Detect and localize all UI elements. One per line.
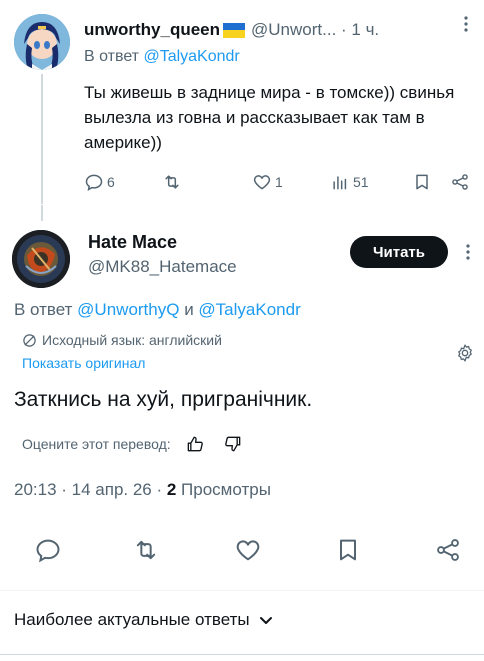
replying-to-user-link[interactable]: @TalyaKondr (198, 300, 300, 319)
bookmark-button[interactable] (412, 172, 432, 192)
reply-tweet[interactable]: unworthy_queen @Unwort... · 1 ч. В ответ… (0, 0, 484, 210)
retweet-icon (136, 540, 156, 560)
retweet-button[interactable] (132, 536, 160, 564)
more-options-icon[interactable] (456, 14, 476, 34)
replying-to: В ответ @UnworthyQ и @TalyaKondr (14, 300, 301, 320)
author-handle[interactable]: @MK88_Hatemace (88, 257, 237, 277)
views-count: 2 (166, 480, 177, 499)
tweet-text: Ты живешь в заднице мира - в томске)) св… (84, 83, 455, 152)
reply-header: unworthy_queen @Unwort... · 1 ч. (84, 20, 379, 40)
views-button[interactable]: 51 (330, 172, 369, 192)
author-name[interactable]: Hate Mace (88, 232, 177, 253)
reply-icon (36, 539, 60, 563)
heart-icon (253, 175, 271, 190)
share-button[interactable] (450, 172, 470, 192)
divider (0, 654, 484, 655)
replying-to-user-link[interactable]: @TalyaKondr (143, 48, 239, 65)
main-tweet: Hate Mace @MK88_Hatemace Читать В ответ … (0, 212, 484, 661)
views-label: Просмотры (176, 480, 271, 499)
rate-translation-label: Оцените этот перевод: (22, 436, 171, 452)
replies-sort-dropdown[interactable]: Наиболее актуальные ответы (14, 610, 274, 630)
author-name[interactable]: unworthy_queen (84, 20, 220, 40)
replying-to-prefix: В ответ (84, 48, 144, 65)
chevron-down-icon (259, 617, 272, 624)
action-bar: 6 1 51 (84, 172, 476, 196)
more-options-icon[interactable] (458, 242, 478, 262)
retweet-button[interactable] (162, 172, 182, 192)
avatar[interactable] (14, 14, 70, 70)
retweet-icon (165, 175, 179, 189)
like-button[interactable] (234, 536, 262, 564)
follow-button[interactable]: Читать (350, 236, 448, 268)
timestamp[interactable]: 20:13 · 14 апр. 26 · (14, 480, 167, 499)
divider (0, 590, 484, 591)
avatar[interactable] (12, 230, 70, 288)
translation-info: Исходный язык: английский (22, 332, 222, 348)
original-language: Исходный язык: английский (42, 332, 222, 348)
replying-to-and: и (179, 300, 199, 319)
views-count: 51 (353, 174, 369, 190)
thumbs-down-icon[interactable] (223, 434, 243, 454)
thread-line (41, 74, 43, 204)
reply-button[interactable] (34, 536, 62, 564)
ukraine-flag-icon (223, 22, 246, 38)
reply-button[interactable]: 6 (84, 172, 115, 192)
tweet-meta: 20:13 · 14 апр. 26 · 2 Просмотры (14, 480, 271, 500)
replying-to-user-link[interactable]: @UnworthyQ (77, 300, 179, 319)
show-original-link[interactable]: Показать оригинал (22, 355, 145, 371)
reply-icon (85, 174, 103, 191)
heart-icon (236, 540, 260, 561)
bookmark-icon (416, 174, 428, 190)
like-button[interactable]: 1 (252, 172, 283, 192)
bookmark-button[interactable] (334, 536, 362, 564)
rate-translation: Оцените этот перевод: (22, 434, 243, 454)
handle-and-time[interactable]: @Unwort... · 1 ч. (251, 20, 379, 40)
replies-sort-label: Наиболее актуальные ответы (14, 610, 250, 629)
bookmark-icon (340, 539, 356, 561)
share-icon (437, 539, 459, 561)
analytics-icon (333, 176, 347, 190)
share-icon (452, 174, 468, 190)
reply-count: 6 (107, 174, 115, 190)
replying-to: В ответ @TalyaKondr (84, 48, 240, 66)
translate-icon (23, 333, 36, 347)
action-bar (0, 536, 484, 566)
share-button[interactable] (434, 536, 462, 564)
replying-to-prefix: В ответ (14, 300, 78, 319)
tweet-text: Заткнись на хуй, пригранічник. (14, 388, 313, 411)
like-count: 1 (275, 174, 283, 190)
thumbs-up-icon[interactable] (185, 434, 205, 454)
gear-icon[interactable] (455, 343, 475, 363)
